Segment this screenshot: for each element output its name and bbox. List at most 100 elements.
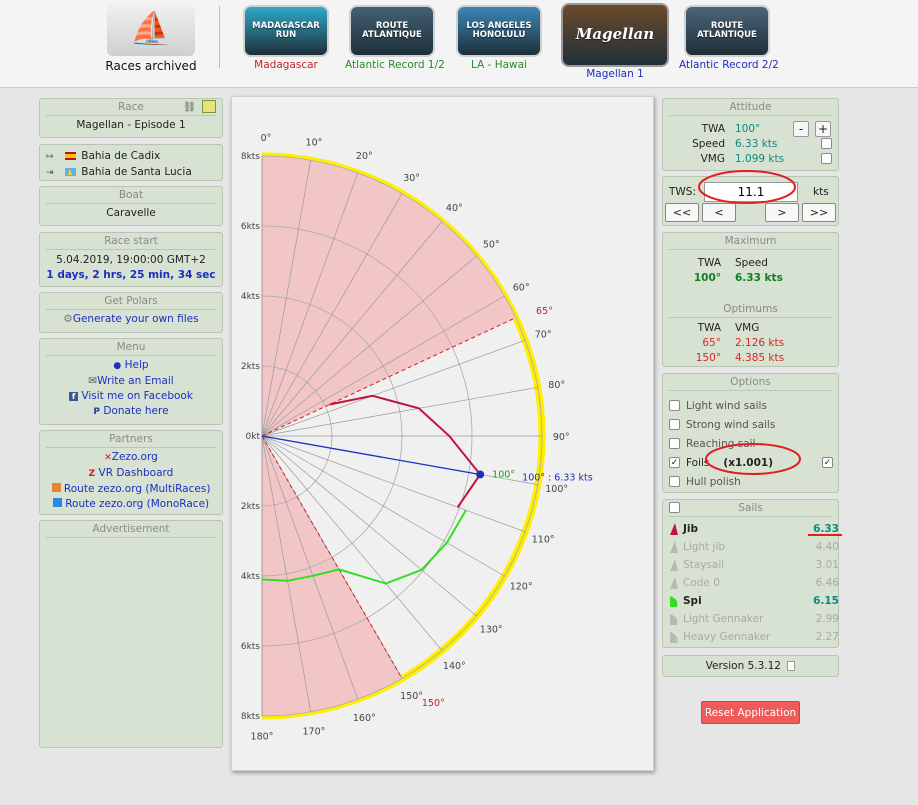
sail-row[interactable]: Code 0 6.46 [669,574,839,592]
spain-flag-icon [64,152,76,160]
saint-lucia-flag-icon [64,168,76,176]
sail-name: Light jib [683,541,726,553]
polar-chart: 0° 10° 20° 30° 40° 50° 60° 70° 80° 90° 100° 110° 120… [241,133,593,743]
tws-increase-fast-button[interactable]: >> [802,203,836,222]
get-polars-panel: Get Polars ⚙Generate your own files [39,292,223,333]
angle-tick-label: 50° [483,240,500,251]
generate-files-link[interactable]: Generate your own files [73,313,199,325]
decrease-twa-button[interactable]: - [793,121,809,137]
upwind-limit-label: 65° [536,306,553,317]
speed-row: Speed 6.33 kts [673,136,833,151]
help-link[interactable]: ● Help [44,358,218,374]
advertisement-header: Advertisement [46,523,216,538]
twa-row: TWA 100° - + [673,121,833,137]
boat-header: Boat [46,189,216,204]
angle-tick-label: 100° [545,484,568,495]
departure-row: ↦ Bahia de Cadix [46,149,216,165]
partners-panel: Partners ✕Zezo.org Z VR Dashboard Route … [39,430,223,515]
sail-row[interactable]: Spi 6.15 [669,592,839,610]
option-row: Strong wind sails [669,415,837,434]
option-checkbox[interactable] [669,419,680,430]
help-icon: ● [113,361,122,371]
vmg-value: 1.099 kts [735,152,785,165]
sail-row[interactable]: Light jib 4.40 [669,538,839,556]
angle-tick-label: 120° [510,582,533,593]
vmg-checkbox[interactable] [821,153,832,164]
race-atlantic-record-1[interactable]: ROUTE ATLANTIQUE Atlantic Record 1/2 [345,5,445,71]
option-checkbox[interactable] [669,476,680,487]
zezo-link[interactable]: ✕Zezo.org [44,450,218,466]
reset-application-button[interactable]: Reset Application [701,701,800,724]
email-link[interactable]: ✉Write an Email [44,374,218,389]
route-multirace-link[interactable]: Route zezo.org (MultiRaces) [44,482,218,497]
get-polars-header: Get Polars [46,295,216,310]
attitude-header: Attitude [669,101,832,116]
departure-arrow-icon: ↦ [46,152,54,162]
gear-icon: ⚙ [63,313,73,325]
race-thumbnail: ROUTE ATLANTIQUE [684,5,770,57]
annotation-underline [808,534,842,536]
option-checkbox[interactable] [669,438,680,449]
maximum-header: Maximum [669,235,832,250]
no-go-sector [262,436,402,716]
boat-panel: Boat Caravelle [39,186,223,226]
option-label: Strong wind sails [686,418,776,431]
foils-secondary-checkbox[interactable]: ✓ [822,457,833,468]
opt-twa-label: TWA [697,321,721,334]
donate-link[interactable]: P Donate here [44,404,218,420]
option-checkbox[interactable]: ✓ [669,457,680,468]
races-archived-button[interactable]: ⛵ Races archived [103,4,199,76]
opt-downwind-vmg: 4.385 kts [735,351,785,364]
downwind-limit-label: 150° [422,698,445,709]
sail-name: Heavy Gennaker [683,631,771,643]
route-monorace-link[interactable]: Route zezo.org (MonoRace) [44,497,218,512]
tws-decrease-fast-button[interactable]: << [665,203,699,222]
link-icon[interactable]: ⛓ [183,102,196,113]
sail-row[interactable]: Light Gennaker 2.99 [669,610,839,628]
sail-speed: 2.27 [815,631,839,643]
race-header: Race ⛓ [46,100,216,116]
map-icon[interactable] [202,100,216,113]
opt-upwind-vmg: 2.126 kts [735,336,785,349]
angle-tick-label: 10° [306,137,323,148]
increase-twa-button[interactable]: + [815,121,831,137]
attitude-panel: Attitude TWA 100° - + Speed 6.33 kts VMG… [662,98,839,171]
angle-tick-label: 90° [553,432,570,443]
sail-name: Staysail [683,559,725,571]
jib-sail-icon [670,522,678,535]
option-checkbox[interactable] [669,400,680,411]
radius-tick-label: 4kts [241,292,260,302]
race-label: Atlantic Record 1/2 [345,59,445,71]
race-magellan-1[interactable]: Magellan Magellan 1 [561,3,669,80]
vr-dashboard-link[interactable]: Z VR Dashboard [44,466,218,482]
speed-checkbox[interactable] [821,138,832,149]
max-speed-label: Speed [735,256,768,269]
race-atlantic-record-2[interactable]: ROUTE ATLANTIQUE Atlantic Record 2/2 [679,5,779,71]
spi-sail-icon [670,595,678,607]
sail-speed: 2.99 [815,613,839,625]
race-panel: Race ⛓ Magellan - Episode 1 [39,98,223,138]
races-archived-label: Races archived [105,59,197,73]
arrival-arrow-icon: ⇥ [46,168,54,178]
sails-select-all-checkbox[interactable] [669,502,680,513]
version-panel: Version 5.3.12 [662,655,839,677]
opt-vmg-label: VMG [735,321,760,334]
document-icon[interactable] [787,661,796,671]
sail-row[interactable]: Staysail 3.01 [669,556,839,574]
race-la-hawai[interactable]: LOS ANGELES HONOLULU LA - Hawai [456,5,542,71]
facebook-link[interactable]: f Visit me on Facebook [44,389,218,404]
race-label: Madagascar [254,59,318,71]
uk-flag-icon: ✕ [104,453,112,463]
sail-name: Jib [683,523,699,535]
radius-tick-label: 2kts [241,362,260,372]
sail-row[interactable]: Heavy Gennaker 2.27 [669,628,839,646]
angle-tick-label: 140° [443,661,466,672]
arrival-port: Bahia de Santa Lucia [81,166,192,178]
angle-tick-label: 160° [353,713,376,724]
options-header: Options [669,376,832,391]
elapsed-time: 1 days, 2 hrs, 25 min, 34 sec [46,269,216,281]
arrival-row: ⇥ Bahia de Santa Lucia [46,165,216,181]
radius-tick-label: 2kts [241,502,260,512]
sail-name: Code 0 [683,577,720,589]
race-madagascar[interactable]: MADAGASCAR RUN Madagascar [243,5,329,71]
